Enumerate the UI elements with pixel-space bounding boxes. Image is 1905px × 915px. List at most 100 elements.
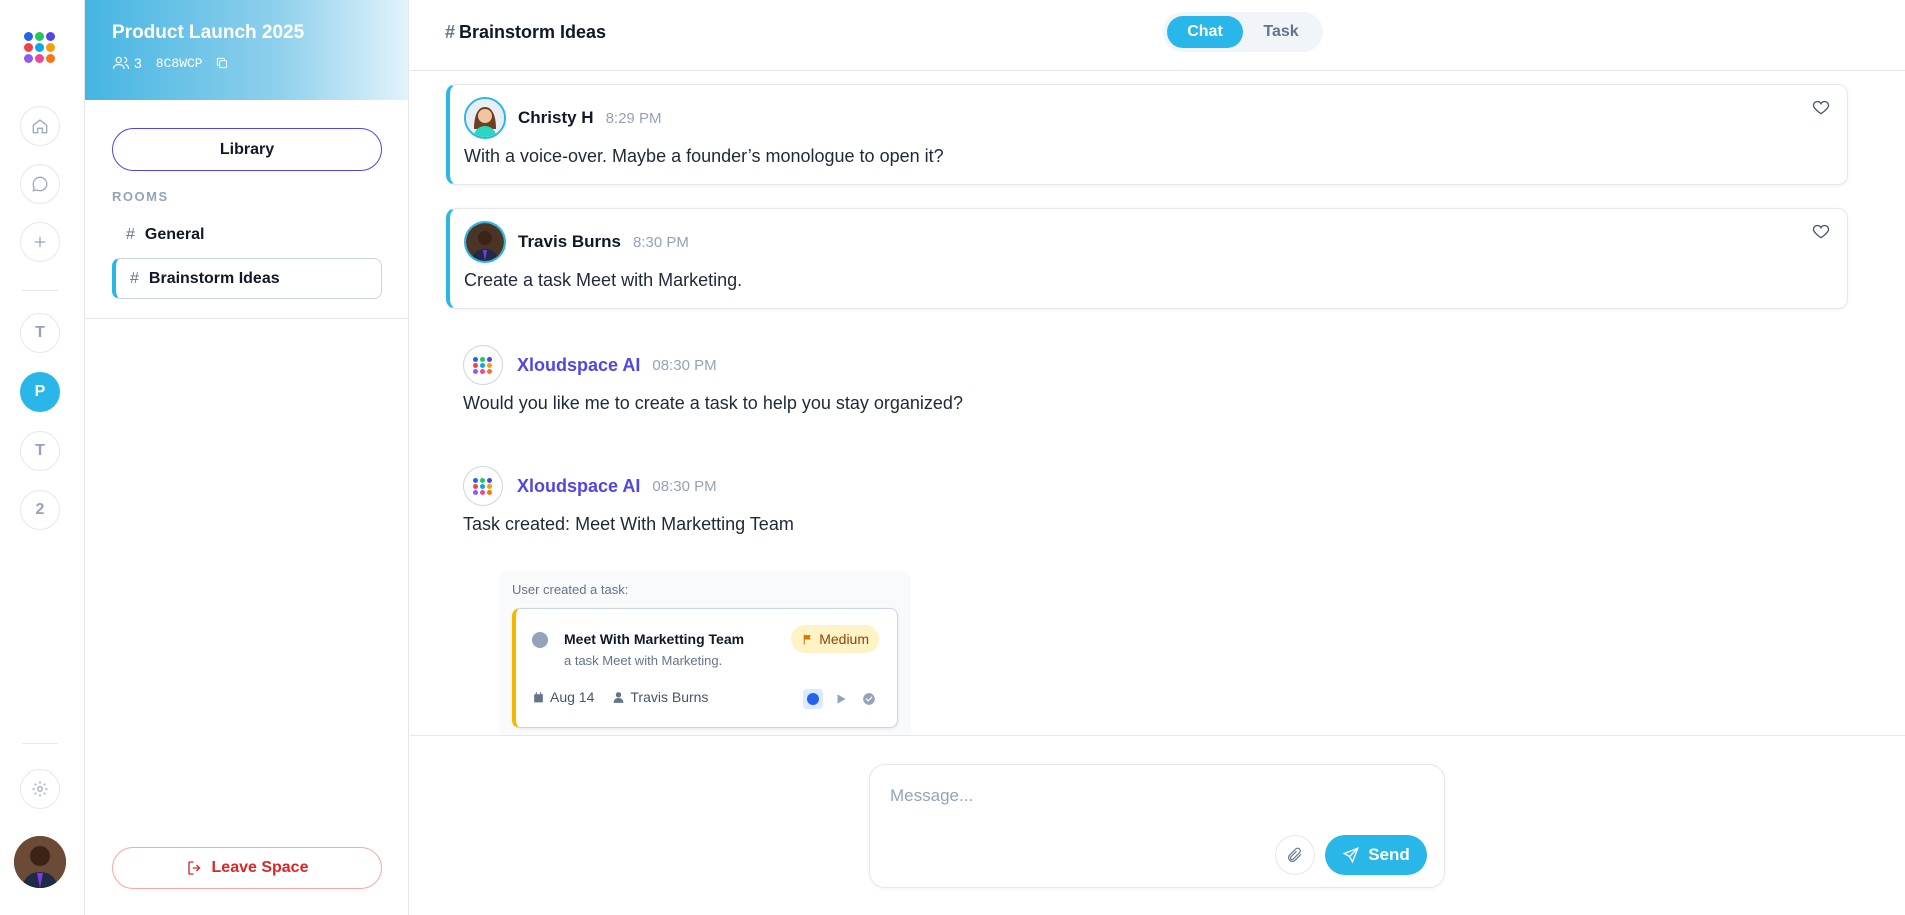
sender-name[interactable]: Xloudspace AI — [517, 476, 640, 497]
message-text: Would you like me to create a task to he… — [463, 393, 963, 413]
chat-main: # Brainstorm Ideas Chat Task Christy H 8:… — [410, 0, 1905, 915]
logo-dot — [35, 54, 44, 63]
home-button[interactable] — [20, 106, 60, 146]
leave-space-label: Leave Space — [211, 859, 309, 876]
logo-dot — [487, 483, 492, 489]
logo-dot — [487, 477, 492, 483]
logout-icon — [187, 861, 200, 875]
message-feed[interactable]: Christy H 8:29 PM With a voice-over. May… — [410, 72, 1905, 735]
task-status-toggle[interactable] — [532, 632, 548, 648]
rooms-heading: ROOMS — [112, 189, 169, 204]
task-caption: User created a task: — [512, 582, 629, 597]
ai-avatar — [463, 466, 503, 506]
message-text: Create a task Meet with Marketing. — [464, 270, 743, 290]
hash-icon: # — [445, 22, 456, 42]
person-icon — [614, 691, 624, 703]
space-button-2[interactable]: P — [20, 372, 60, 412]
space-code: 8C8WCP — [155, 55, 203, 71]
app-logo[interactable] — [24, 32, 56, 63]
message-input[interactable] — [890, 781, 1410, 811]
message-card: Christy H 8:29 PM With a voice-over. May… — [446, 84, 1848, 185]
tab-task[interactable]: Task — [1243, 16, 1319, 48]
logo-dot — [473, 483, 478, 489]
logo-dot — [473, 368, 478, 374]
logo-dot — [24, 54, 33, 63]
room-item-general[interactable]: # General — [112, 214, 382, 255]
space-header: Product Launch 2025 3 8C8WCP — [85, 0, 408, 100]
space-button-4[interactable]: 2 — [20, 490, 60, 530]
task-created-name: Meet With Marketting Team — [575, 514, 794, 534]
copy-code-button[interactable] — [215, 56, 229, 70]
task-assignee: Travis Burns — [630, 689, 709, 705]
room-label: Brainstorm Ideas — [148, 269, 280, 287]
user-avatar[interactable] — [14, 836, 66, 888]
plus-icon — [34, 236, 46, 248]
users-icon — [112, 56, 130, 70]
sender-name[interactable]: Xloudspace AI — [517, 355, 640, 376]
complete-button[interactable] — [859, 689, 879, 709]
sender-name[interactable]: Travis Burns — [518, 232, 621, 252]
avatar[interactable] — [464, 97, 506, 139]
message-card: Travis Burns 8:30 PM Create a task Meet … — [446, 208, 1848, 309]
space-button-1[interactable]: T — [20, 313, 60, 353]
hash-icon: # — [126, 225, 135, 243]
room-label: General — [144, 225, 205, 243]
send-icon — [1342, 847, 1360, 864]
task-created-prefix: Task created: — [463, 514, 571, 534]
sender-name[interactable]: Christy H — [518, 108, 594, 128]
space-button-3[interactable]: T — [20, 431, 60, 471]
library-button[interactable]: Library — [112, 128, 382, 171]
message-time: 8:30 PM — [633, 233, 689, 251]
task-card[interactable]: Meet With Marketting Team a task Meet wi… — [512, 608, 898, 728]
task-date: Aug 14 — [550, 689, 595, 705]
ai-avatar — [463, 345, 503, 385]
message-text: Task created: Meet With Marketting Team — [463, 514, 794, 535]
tab-chat[interactable]: Chat — [1167, 16, 1243, 48]
ai-message: Xloudspace AI 08:30 PM Would you like me… — [463, 345, 963, 413]
logo-dot — [487, 489, 492, 495]
play-button[interactable] — [831, 689, 851, 709]
logo-dot — [46, 43, 55, 52]
logo-dot — [480, 356, 485, 362]
avatar[interactable] — [464, 221, 506, 263]
add-space-button[interactable] — [20, 222, 60, 262]
composer-area: Send — [410, 735, 1905, 915]
user-portrait-image — [14, 836, 66, 888]
room-item-brainstorm-ideas[interactable]: # Brainstorm Ideas — [112, 258, 382, 299]
like-button[interactable] — [1811, 221, 1831, 241]
priority-badge: Medium — [791, 625, 879, 653]
logo-dot — [473, 362, 478, 368]
send-button[interactable]: Send — [1325, 835, 1427, 875]
sidebar-divider — [85, 318, 409, 319]
logo-dot — [480, 489, 485, 495]
chat-bubble-icon — [32, 176, 48, 192]
gear-icon — [32, 781, 48, 797]
leave-space-button[interactable]: Leave Space — [112, 847, 382, 889]
settings-button[interactable] — [20, 769, 60, 809]
logo-dot — [473, 489, 478, 495]
message-composer: Send — [869, 764, 1445, 888]
logo-dot — [24, 43, 33, 52]
logo-dot — [480, 477, 485, 483]
room-title: # Brainstorm Ideas — [445, 22, 606, 43]
heart-icon — [1812, 100, 1830, 115]
member-count[interactable]: 3 — [112, 54, 142, 72]
logo-dot — [487, 356, 492, 362]
member-count-value: 3 — [134, 55, 142, 71]
space-sidebar: Product Launch 2025 3 8C8WCP Library ROO… — [85, 0, 409, 915]
logo-dot — [46, 54, 55, 63]
record-icon — [807, 693, 819, 705]
task-description: a task Meet with Marketing. — [564, 653, 723, 668]
like-button[interactable] — [1811, 97, 1831, 117]
ai-message: Xloudspace AI 08:30 PM Task created: Mee… — [463, 466, 794, 534]
room-title-text: Brainstorm Ideas — [459, 22, 607, 42]
record-button[interactable] — [803, 689, 823, 709]
logo-dot — [480, 483, 485, 489]
logo-dot — [46, 32, 55, 41]
logo-dot — [473, 477, 478, 483]
view-toggle: Chat Task — [1163, 12, 1323, 52]
flag-icon — [803, 634, 811, 644]
messages-button[interactable] — [20, 164, 60, 204]
message-time: 08:30 PM — [652, 477, 717, 495]
attach-button[interactable] — [1275, 835, 1315, 875]
